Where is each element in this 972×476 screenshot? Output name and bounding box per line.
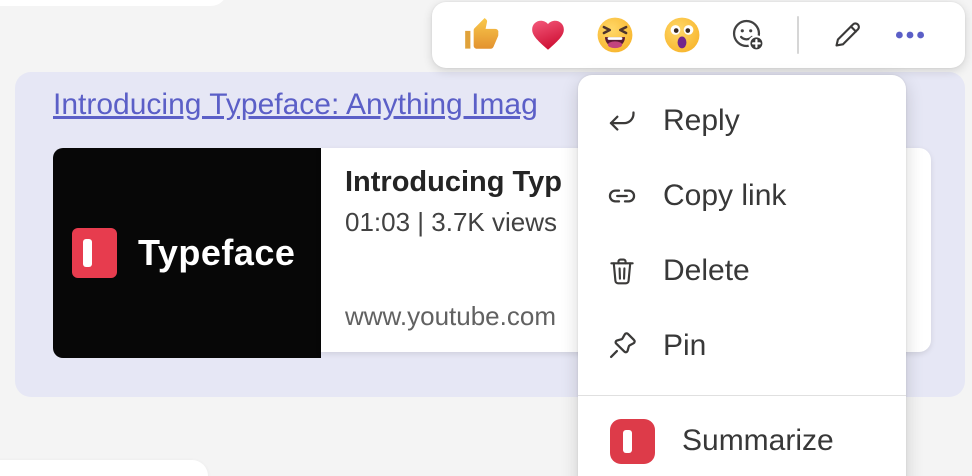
menu-item-delete[interactable]: Delete [578, 233, 906, 308]
surprised-reaction-button[interactable] [663, 16, 701, 54]
link-icon [605, 179, 639, 213]
menu-item-label: Reply [663, 103, 740, 137]
menu-item-label: Summarize [682, 424, 834, 457]
typeface-logo-icon [72, 228, 117, 278]
laughing-emoji [596, 16, 634, 54]
menu-item-label: Copy link [663, 178, 787, 212]
menu-item-label: Pin [663, 328, 707, 362]
thumbs-up-emoji [462, 16, 500, 54]
trash-icon [605, 254, 639, 288]
menu-item-reply[interactable]: Reply [578, 83, 906, 158]
typeface-logo-text: Typeface [138, 232, 296, 273]
menu-item-summarize[interactable]: Summarize [578, 396, 906, 476]
pencil-icon [830, 18, 864, 52]
menu-item-pin[interactable]: Pin [578, 308, 906, 383]
typeface-app-icon [610, 418, 655, 464]
pin-icon [605, 329, 639, 363]
add-reaction-icon [730, 17, 766, 53]
message-actions-toolbar [432, 2, 965, 68]
next-message-bubble-edge [0, 460, 208, 476]
menu-item-label: Delete [663, 253, 750, 287]
heart-emoji [529, 16, 567, 54]
video-link[interactable]: Introducing Typeface: Anything Imag [53, 86, 538, 124]
ellipsis-icon [893, 18, 927, 52]
reply-icon [605, 104, 639, 138]
add-reaction-button[interactable] [730, 17, 766, 53]
message-context-menu: Reply Copy link Delete Pin Summarize [578, 75, 906, 476]
like-reaction-button[interactable] [462, 16, 500, 54]
video-thumbnail[interactable]: Typeface [53, 148, 321, 358]
previous-message-bubble-edge [0, 0, 227, 6]
heart-reaction-button[interactable] [529, 16, 567, 54]
toolbar-divider [797, 16, 799, 54]
surprised-emoji [663, 16, 701, 54]
menu-item-copy-link[interactable]: Copy link [578, 158, 906, 233]
more-options-button[interactable] [893, 18, 927, 52]
edit-message-button[interactable] [830, 18, 864, 52]
video-domain: www.youtube.com [345, 301, 556, 331]
laugh-reaction-button[interactable] [596, 16, 634, 54]
chat-message-region: Introducing Typeface: Anything Imag Type… [0, 0, 972, 476]
typeface-logo: Typeface [72, 228, 295, 278]
